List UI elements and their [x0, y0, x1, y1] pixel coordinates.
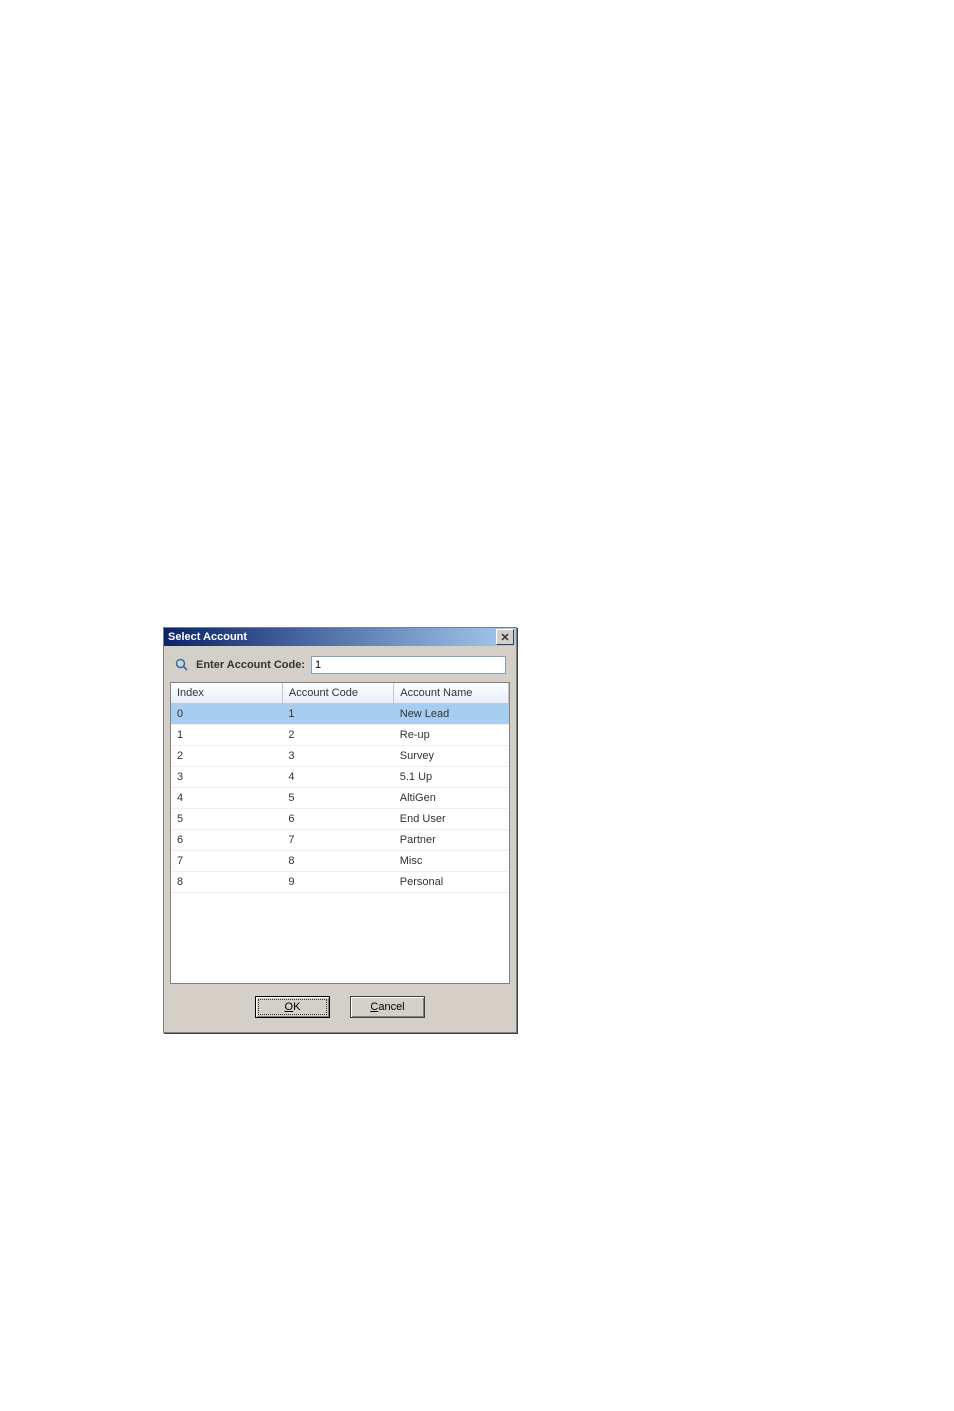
- cell-code: 7: [282, 830, 393, 851]
- cell-index: 4: [171, 788, 282, 809]
- cell-index: 6: [171, 830, 282, 851]
- dialog-title: Select Account: [168, 628, 247, 646]
- table-row[interactable]: 89Personal: [171, 872, 509, 893]
- cell-code: 4: [282, 767, 393, 788]
- table-row[interactable]: 45AltiGen: [171, 788, 509, 809]
- cancel-button[interactable]: Cancel: [350, 996, 425, 1018]
- table-row[interactable]: 67Partner: [171, 830, 509, 851]
- close-button[interactable]: [496, 629, 514, 645]
- table-header-row: Index Account Code Account Name: [171, 683, 509, 704]
- dialog-body: Enter Account Code: Index Account Code A…: [164, 646, 516, 1032]
- cell-code: 9: [282, 872, 393, 893]
- cell-index: 2: [171, 746, 282, 767]
- cell-code: 5: [282, 788, 393, 809]
- cell-name: New Lead: [394, 704, 509, 725]
- table-row[interactable]: 56End User: [171, 809, 509, 830]
- search-label: Enter Account Code:: [196, 659, 305, 671]
- cell-name: AltiGen: [394, 788, 509, 809]
- cell-code: 6: [282, 809, 393, 830]
- titlebar: Select Account: [164, 628, 516, 646]
- cell-name: End User: [394, 809, 509, 830]
- table-row[interactable]: 78Misc: [171, 851, 509, 872]
- cell-code: 1: [282, 704, 393, 725]
- close-icon: [501, 633, 509, 641]
- button-row: OK Cancel: [170, 984, 510, 1022]
- cell-index: 7: [171, 851, 282, 872]
- account-table: Index Account Code Account Name 01New Le…: [170, 682, 510, 984]
- cell-code: 8: [282, 851, 393, 872]
- cell-name: Misc: [394, 851, 509, 872]
- search-icon: [174, 657, 190, 673]
- cell-name: Re-up: [394, 725, 509, 746]
- cell-name: Partner: [394, 830, 509, 851]
- ok-button[interactable]: OK: [255, 996, 330, 1018]
- header-index[interactable]: Index: [171, 683, 282, 704]
- cell-code: 3: [282, 746, 393, 767]
- cell-name: 5.1 Up: [394, 767, 509, 788]
- cell-index: 1: [171, 725, 282, 746]
- cell-code: 2: [282, 725, 393, 746]
- table-row[interactable]: 345.1 Up: [171, 767, 509, 788]
- cell-name: Survey: [394, 746, 509, 767]
- select-account-dialog: Select Account Enter Account Code:: [163, 627, 517, 1033]
- header-account-name[interactable]: Account Name: [394, 683, 509, 704]
- cell-index: 3: [171, 767, 282, 788]
- table-row[interactable]: 01New Lead: [171, 704, 509, 725]
- account-code-input[interactable]: [311, 656, 506, 674]
- table-row[interactable]: 23Survey: [171, 746, 509, 767]
- header-account-code[interactable]: Account Code: [282, 683, 393, 704]
- table-row[interactable]: 12Re-up: [171, 725, 509, 746]
- cell-index: 5: [171, 809, 282, 830]
- cell-name: Personal: [394, 872, 509, 893]
- search-row: Enter Account Code:: [170, 652, 510, 682]
- cell-index: 8: [171, 872, 282, 893]
- cell-index: 0: [171, 704, 282, 725]
